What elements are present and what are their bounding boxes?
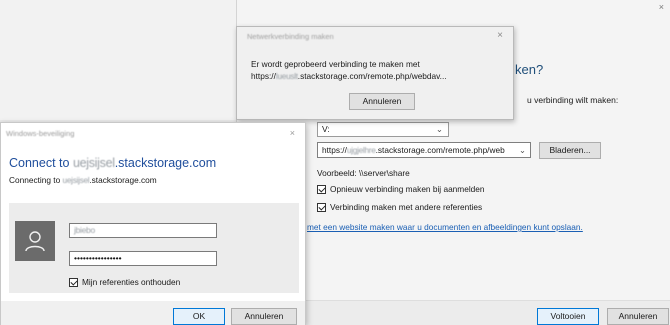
user-avatar-icon [15, 221, 55, 261]
password-input[interactable]: •••••••••••••••• [69, 251, 217, 266]
wizard-instruction: u verbinding wilt maken: [527, 95, 619, 105]
background-panel [0, 0, 236, 120]
website-link[interactable]: met een website maken waar u documenten … [307, 222, 583, 232]
progress-url-prefix: https:// [251, 71, 276, 81]
chevron-down-icon: ⌄ [435, 124, 443, 134]
progress-dialog-title: Netwerkverbinding maken [247, 32, 334, 41]
folder-value-redacted: ujgjelhre [346, 145, 376, 155]
progress-url-rest: .stackstorage.com/remote.php/webdav... [297, 71, 447, 81]
connecting-subtitle-redacted: uejsijsel [62, 175, 90, 185]
remember-credentials-checkbox[interactable] [69, 277, 78, 287]
connect-heading-redacted: uejsijsel [72, 156, 115, 170]
browse-button[interactable]: Bladeren... [539, 142, 601, 159]
finish-button[interactable]: Voltooien [537, 308, 599, 325]
username-input[interactable]: jbiebo [69, 223, 217, 238]
remember-credentials-row[interactable]: Mijn referenties onthouden [69, 277, 180, 287]
reconnect-checkbox-row[interactable]: Opnieuw verbinding maken bij aanmelden [317, 184, 485, 194]
remember-credentials-label: Mijn referenties onthouden [82, 277, 181, 287]
connect-heading-prefix: Connect to [9, 156, 73, 170]
drive-letter-value: V: [322, 124, 330, 134]
connecting-subtitle: Connecting to uejsijsel.stackstorage.com [9, 175, 157, 185]
wizard-heading: ken? [515, 62, 544, 77]
other-credentials-label: Verbinding maken met andere referenties [330, 202, 483, 212]
connecting-subtitle-prefix: Connecting to [9, 175, 63, 185]
folder-input[interactable]: https://ujgjelhre.stackstorage.com/remot… [317, 142, 531, 158]
security-cancel-button[interactable]: Annuleren [231, 308, 297, 325]
password-value: •••••••••••••••• [74, 253, 122, 263]
close-icon[interactable]: × [290, 128, 295, 138]
connect-heading: Connect to uejsijsel.stackstorage.com [9, 156, 216, 170]
folder-value-rest: .stackstorage.com/remote.php/web [375, 145, 505, 155]
windows-security-dialog: Windows-beveiliging × Connect to uejsijs… [0, 122, 306, 325]
drive-letter-select[interactable]: V: ⌄ [317, 122, 449, 137]
ok-button[interactable]: OK [173, 308, 225, 325]
progress-cancel-button[interactable]: Annuleren [349, 93, 415, 110]
reconnect-label: Opnieuw verbinding maken bij aanmelden [330, 184, 485, 194]
connect-heading-rest: .stackstorage.com [114, 156, 217, 170]
wizard-cancel-button[interactable]: Annuleren [607, 308, 669, 325]
chevron-down-icon: ⌄ [519, 145, 526, 155]
username-value: jbiebo [74, 225, 95, 235]
progress-message: Er wordt geprobeerd verbinding te maken … [251, 59, 420, 69]
example-text: Voorbeeld: \\server\share [317, 168, 410, 178]
close-icon[interactable]: × [497, 30, 503, 41]
connecting-progress-dialog: Netwerkverbinding maken × Er wordt gepro… [236, 26, 514, 120]
other-credentials-checkbox-row[interactable]: Verbinding maken met andere referenties [317, 202, 482, 212]
folder-value-prefix: https:// [322, 145, 347, 155]
reconnect-checkbox[interactable] [317, 184, 326, 194]
close-icon[interactable]: × [659, 2, 664, 12]
progress-url-redacted: lueuslt [275, 71, 298, 81]
security-dialog-title: Windows-beveiliging [6, 129, 75, 138]
other-credentials-checkbox[interactable] [317, 202, 326, 212]
progress-url: https://lueuslt.stackstorage.com/remote.… [251, 71, 447, 81]
connecting-subtitle-rest: .stackstorage.com [89, 175, 157, 185]
